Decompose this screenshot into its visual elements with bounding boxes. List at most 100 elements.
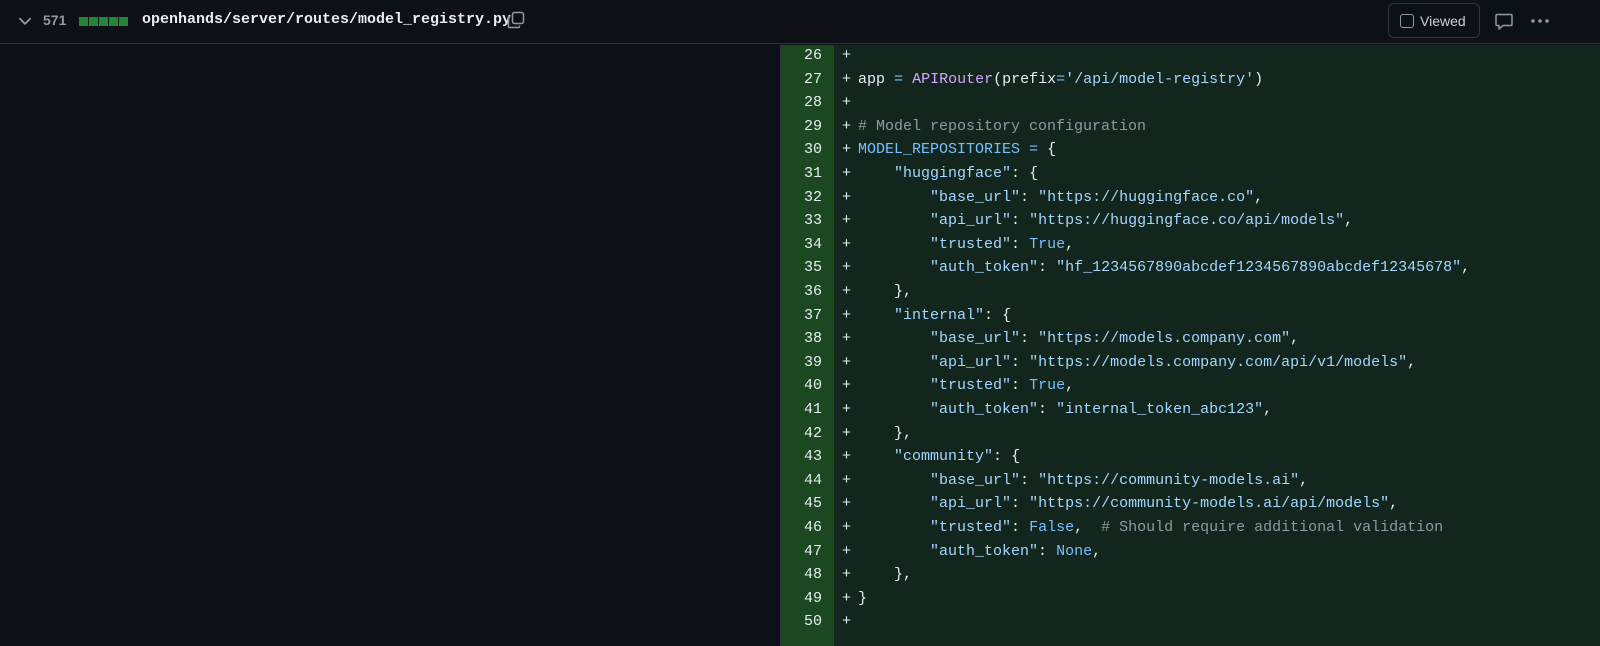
- line-number[interactable]: 36: [782, 283, 822, 300]
- line-number[interactable]: 27: [782, 71, 822, 88]
- added-marker: +: [842, 542, 852, 560]
- added-marker: +: [842, 94, 852, 112]
- added-marker: +: [842, 212, 852, 230]
- diffstat-block: [99, 17, 108, 26]
- diff-line: 32 + "base_url": "https://huggingface.co"…: [782, 187, 1600, 211]
- line-number[interactable]: 49: [782, 590, 822, 607]
- added-marker: +: [842, 589, 852, 607]
- code-text: }: [858, 589, 868, 607]
- added-marker: +: [842, 330, 852, 348]
- diff-line: 33 + "api_url": "https://huggingface.co/a…: [782, 210, 1600, 234]
- line-number[interactable]: 45: [782, 495, 822, 512]
- code-text: "base_url": "https://models.company.com"…: [930, 330, 1300, 348]
- code-text: "api_url": "https://huggingface.co/api/m…: [930, 212, 1354, 230]
- line-number[interactable]: 47: [782, 543, 822, 560]
- line-number[interactable]: 29: [782, 118, 822, 135]
- added-marker: +: [842, 306, 852, 324]
- comment-icon[interactable]: [1494, 11, 1514, 31]
- line-number[interactable]: 31: [782, 165, 822, 182]
- code-text: "community": {: [894, 448, 1021, 466]
- diff-line: 40 + "trusted": True,: [782, 375, 1600, 399]
- code-text: "base_url": "https://community-models.ai…: [930, 471, 1309, 489]
- diff-right-pane: 26 +27 + app = APIRouter(prefix='/api/model…: [782, 45, 1600, 646]
- line-number[interactable]: 41: [782, 401, 822, 418]
- line-number[interactable]: 40: [782, 377, 822, 394]
- added-marker: +: [842, 117, 852, 135]
- file-path-link[interactable]: openhands/server/routes/model_registry.p…: [142, 11, 511, 28]
- added-marker: +: [842, 47, 852, 64]
- line-number[interactable]: 35: [782, 259, 822, 276]
- diff-line: 47 + "auth_token": None,: [782, 541, 1600, 565]
- added-marker: +: [842, 353, 852, 371]
- code-text: },: [894, 566, 913, 584]
- line-number[interactable]: 43: [782, 448, 822, 465]
- line-number[interactable]: 26: [782, 47, 822, 64]
- added-marker: +: [842, 188, 852, 206]
- added-marker: +: [842, 519, 852, 536]
- line-number[interactable]: 46: [782, 519, 822, 536]
- added-marker: +: [842, 235, 852, 253]
- chevron-down-icon[interactable]: [16, 12, 34, 30]
- code-text: "auth_token": None,: [930, 542, 1102, 560]
- diff-line: 36 + },: [782, 281, 1600, 305]
- line-number[interactable]: 28: [782, 94, 822, 111]
- code-text: "trusted": True,: [930, 377, 1075, 395]
- diff-line: 48 + },: [782, 564, 1600, 588]
- viewed-toggle[interactable]: Viewed: [1388, 3, 1480, 38]
- added-marker: +: [842, 377, 852, 395]
- line-number[interactable]: 38: [782, 330, 822, 347]
- diff-line: 38 + "base_url": "https://models.company.…: [782, 328, 1600, 352]
- line-number[interactable]: 32: [782, 189, 822, 206]
- diff-line: 41 + "auth_token": "internal_token_abc123…: [782, 399, 1600, 423]
- diff-line: 27 + app = APIRouter(prefix='/api/model-re…: [782, 69, 1600, 93]
- added-marker: +: [842, 70, 852, 88]
- added-marker: +: [842, 283, 852, 300]
- line-number[interactable]: 48: [782, 566, 822, 583]
- diff-line: 34 + "trusted": True,: [782, 234, 1600, 258]
- added-marker: +: [842, 566, 852, 584]
- code-text: "api_url": "https://models.company.com/a…: [930, 353, 1417, 371]
- code-text: app = APIRouter(prefix='/api/model-regis…: [858, 70, 1264, 88]
- code-text: # Model repository configuration: [858, 117, 1147, 135]
- code-text: "auth_token": "internal_token_abc123",: [930, 401, 1273, 418]
- code-text: "auth_token": "hf_1234567890abcdef123456…: [930, 259, 1471, 277]
- diff-line: 30 + MODEL_REPOSITORIES = {: [782, 139, 1600, 163]
- added-marker: +: [842, 495, 852, 513]
- code-text: "internal": {: [894, 306, 1012, 324]
- diff-line: 44 + "base_url": "https://community-model…: [782, 470, 1600, 494]
- line-number[interactable]: 42: [782, 425, 822, 442]
- diff-line: 50 +: [782, 611, 1600, 635]
- diff-line: 37 + "internal": {: [782, 305, 1600, 329]
- added-marker: +: [842, 401, 852, 418]
- diff-line: 28 +: [782, 92, 1600, 116]
- added-marker: +: [842, 141, 852, 159]
- added-marker: +: [842, 259, 852, 277]
- diff-left-pane: [0, 45, 780, 646]
- viewed-label: Viewed: [1420, 12, 1466, 29]
- line-number[interactable]: 39: [782, 354, 822, 371]
- diff-line: 45 + "api_url": "https://community-models…: [782, 493, 1600, 517]
- viewed-checkbox[interactable]: [1400, 13, 1414, 28]
- kebab-horizontal-icon[interactable]: [1528, 11, 1552, 31]
- diffstat-block: [79, 17, 88, 26]
- added-marker: +: [842, 471, 852, 489]
- diff-line: 43 + "community": {: [782, 446, 1600, 470]
- line-number[interactable]: 44: [782, 472, 822, 489]
- diffstat-block: [119, 17, 128, 26]
- line-number[interactable]: 50: [782, 613, 822, 630]
- diff-line: 39 + "api_url": "https://models.company.c…: [782, 352, 1600, 376]
- added-marker: +: [842, 424, 852, 442]
- file-header: 571 openhands/server/routes/model_regist…: [0, 0, 1600, 44]
- line-number[interactable]: 30: [782, 141, 822, 158]
- line-number[interactable]: 33: [782, 212, 822, 229]
- copy-icon[interactable]: [506, 10, 526, 30]
- line-number[interactable]: 34: [782, 236, 822, 253]
- code-text: "base_url": "https://huggingface.co",: [930, 188, 1264, 206]
- code-text: },: [894, 283, 913, 300]
- diffstat-blocks: [79, 17, 128, 26]
- added-marker: +: [842, 613, 852, 631]
- diff-line: 46 + "trusted": False, # Should require a…: [782, 517, 1600, 541]
- code-text: MODEL_REPOSITORIES = {: [858, 141, 1057, 159]
- diff-line: 31 + "huggingface": {: [782, 163, 1600, 187]
- line-number[interactable]: 37: [782, 307, 822, 324]
